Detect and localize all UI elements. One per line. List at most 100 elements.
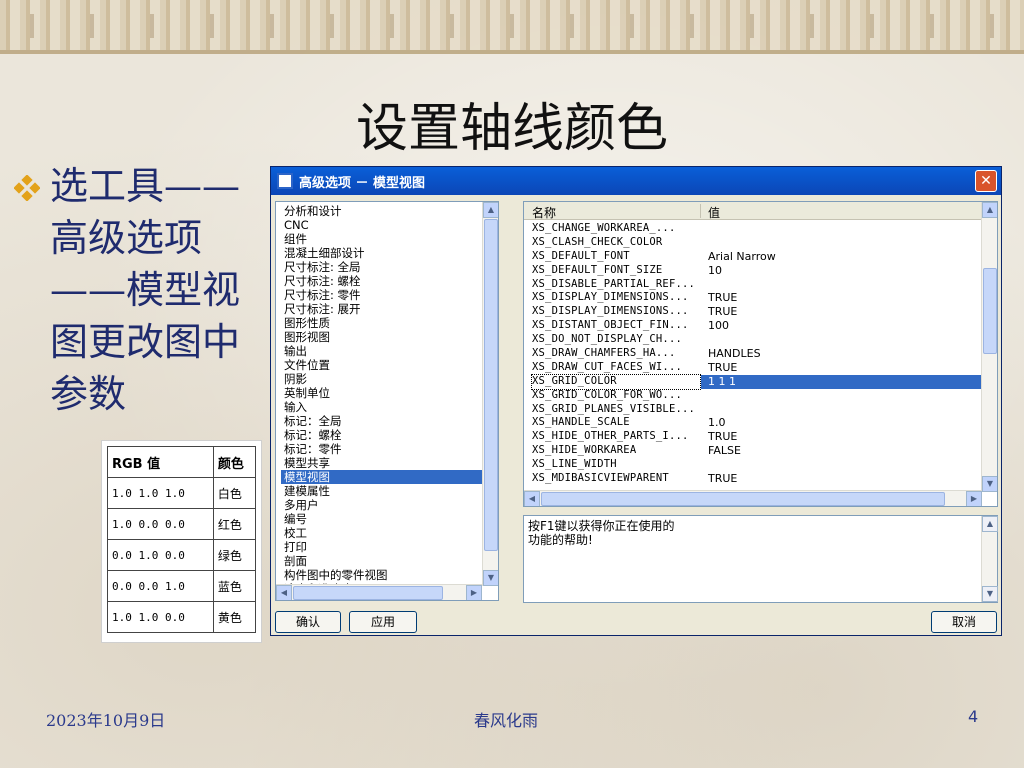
category-item[interactable]: 构件图中的零件视图	[284, 568, 493, 582]
option-value[interactable]: TRUE	[708, 430, 737, 444]
option-row[interactable]: XS_GRID_COLOR 1 1 1	[524, 373, 982, 390]
cancel-button[interactable]: 取消	[931, 611, 997, 633]
category-item[interactable]: 尺寸标注: 全局	[284, 260, 493, 274]
category-item[interactable]: 尺寸标注: 螺栓	[284, 274, 493, 288]
category-item[interactable]: 标记：全局	[284, 414, 493, 428]
option-row[interactable]: XS_GRID_PLANES_VISIBLE...	[524, 403, 982, 417]
option-row[interactable]: XS_DEFAULT_FONT Arial Narrow	[524, 250, 982, 264]
category-item[interactable]: 校工	[284, 526, 493, 540]
option-name: XS_DO_NOT_DISPLAY_CH...	[532, 333, 682, 346]
options-grid[interactable]: 名称 值 XS_CHANGE_WORKAREA_... XS_CLASH_CHEC…	[523, 201, 998, 507]
category-item[interactable]: 阴影	[284, 372, 493, 386]
category-item[interactable]: 组件	[284, 232, 493, 246]
category-item[interactable]: 混凝土细部设计	[284, 246, 493, 260]
option-value[interactable]: Arial Narrow	[708, 250, 776, 264]
option-row[interactable]: XS_CHANGE_WORKAREA_...	[524, 222, 982, 236]
option-value[interactable]: TRUE	[708, 305, 737, 319]
scroll-down-icon[interactable]: ▼	[982, 586, 998, 602]
category-item[interactable]: 输入	[284, 400, 493, 414]
option-row[interactable]: XS_DRAW_CUT_FACES_WI... TRUE	[524, 361, 982, 375]
category-list-vscrollbar[interactable]: ▲ ▼	[482, 202, 498, 586]
rgb-header: RGB 值	[107, 446, 214, 478]
option-name: XS_DEFAULT_FONT_SIZE	[532, 263, 663, 276]
category-item[interactable]: 图形性质	[284, 316, 493, 330]
option-name: XS_DISPLAY_DIMENSIONS...	[532, 291, 689, 304]
category-item[interactable]: 尺寸标注: 展开	[284, 302, 493, 316]
option-row[interactable]: XS_DISABLE_PARTIAL_REF...	[524, 278, 982, 292]
option-value[interactable]: 100	[708, 319, 729, 333]
option-name: XS_DISTANT_OBJECT_FIN...	[532, 319, 689, 332]
category-list-hscrollbar[interactable]: ◀ ▶	[276, 584, 482, 600]
scroll-thumb[interactable]	[983, 268, 997, 354]
close-button[interactable]: ✕	[975, 170, 997, 192]
dialog-titlebar[interactable]: 高级选项 － 模型视图	[271, 167, 1001, 195]
category-item[interactable]: 模型视图	[281, 470, 493, 484]
category-item[interactable]: 输出	[284, 344, 493, 358]
option-name: XS_HIDE_OTHER_PARTS_I...	[532, 430, 689, 443]
option-row[interactable]: XS_HIDE_WORKAREA FALSE	[524, 444, 982, 458]
option-value[interactable]: 10	[708, 264, 722, 278]
scroll-thumb[interactable]	[484, 219, 498, 551]
category-item[interactable]: 尺寸标注: 零件	[284, 288, 493, 302]
option-row[interactable]: XS_DRAW_CHAMFERS_HA... HANDLES	[524, 347, 982, 361]
apply-button[interactable]: 应用	[349, 611, 417, 633]
category-item[interactable]: 剖面	[284, 554, 493, 568]
value-column-header[interactable]: 值	[708, 204, 720, 221]
options-grid-vscrollbar[interactable]: ▲ ▼	[981, 202, 997, 492]
option-row[interactable]: XS_MDIBASICVIEWPARENT TRUE	[524, 472, 982, 486]
option-row[interactable]: XS_LINE_WIDTH	[524, 458, 982, 472]
name-column-header[interactable]: 名称	[532, 204, 556, 221]
category-item[interactable]: 建模属性	[284, 484, 493, 498]
option-value[interactable]: 1.0	[708, 416, 726, 430]
option-name: XS_CLASH_CHECK_COLOR	[532, 235, 663, 248]
scroll-left-icon[interactable]: ◀	[524, 491, 540, 506]
scroll-up-icon[interactable]: ▲	[982, 202, 997, 218]
category-item[interactable]: 分析和设计	[284, 204, 493, 218]
category-list[interactable]: 分析和设计 CNC 组件 混凝土细部设计 尺寸标注: 全局 尺寸标注: 螺栓 尺寸标注: 零…	[275, 201, 499, 601]
option-row[interactable]: XS_DO_NOT_DISPLAY_CH...	[524, 333, 982, 347]
category-item[interactable]: CNC	[284, 218, 493, 232]
category-item[interactable]: 标记：螺栓	[284, 428, 493, 442]
dialog-title: 高级选项 － 模型视图	[299, 175, 426, 191]
option-value[interactable]: FALSE	[708, 444, 741, 458]
ok-button[interactable]: 确认	[275, 611, 341, 633]
category-item[interactable]: 编号	[284, 512, 493, 526]
category-item[interactable]: 多用户	[284, 498, 493, 512]
option-row[interactable]: XS_CLASH_CHECK_COLOR	[524, 236, 982, 250]
category-item[interactable]: 标记：零件	[284, 442, 493, 456]
option-value[interactable]: TRUE	[708, 361, 737, 375]
help-vscrollbar[interactable]: ▲ ▼	[981, 516, 998, 602]
option-value[interactable]: TRUE	[708, 291, 737, 305]
rgb-value: 1.0 0.0 0.0	[107, 508, 214, 540]
scroll-down-icon[interactable]: ▼	[982, 476, 997, 492]
grid-header: 名称 值	[524, 202, 982, 220]
category-item[interactable]: 文件位置	[284, 358, 493, 372]
option-row[interactable]: XS_HIDE_OTHER_PARTS_I... TRUE	[524, 430, 982, 444]
option-row[interactable]: XS_DEFAULT_FONT_SIZE 10	[524, 264, 982, 278]
option-value[interactable]: HANDLES	[708, 347, 761, 361]
option-row[interactable]: XS_DISTANT_OBJECT_FIN... 100	[524, 319, 982, 333]
category-item[interactable]: 模型共享	[284, 456, 493, 470]
option-row[interactable]: XS_GRID_COLOR_FOR_WO...	[524, 389, 982, 403]
category-item[interactable]: 打印	[284, 540, 493, 554]
category-item[interactable]: 英制单位	[284, 386, 493, 400]
scroll-up-icon[interactable]: ▲	[982, 516, 998, 532]
option-row[interactable]: XS_DISPLAY_DIMENSIONS... TRUE	[524, 291, 982, 305]
table-row: 0.0 1.0 0.0 绿色	[107, 539, 257, 571]
option-value[interactable]: TRUE	[708, 472, 737, 486]
option-name: XS_MDIBASICVIEWPARENT	[532, 472, 669, 485]
category-item[interactable]: 图形视图	[284, 330, 493, 344]
rgb-value: 1.0 1.0 1.0	[107, 477, 214, 509]
help-line-2: 功能的帮助!	[528, 533, 593, 547]
scroll-up-icon[interactable]: ▲	[483, 202, 498, 218]
scroll-right-icon[interactable]: ▶	[466, 585, 482, 600]
hscroll-thumb[interactable]	[541, 492, 945, 506]
options-grid-hscrollbar[interactable]: ◀ ▶	[524, 490, 982, 506]
scroll-down-icon[interactable]: ▼	[483, 570, 498, 586]
scroll-left-icon[interactable]: ◀	[276, 585, 292, 600]
option-value[interactable]: 1 1 1	[701, 374, 982, 389]
scroll-right-icon[interactable]: ▶	[966, 491, 982, 506]
option-row[interactable]: XS_HANDLE_SCALE 1.0	[524, 416, 982, 430]
hscroll-thumb[interactable]	[293, 586, 443, 600]
option-row[interactable]: XS_DISPLAY_DIMENSIONS... TRUE	[524, 305, 982, 319]
